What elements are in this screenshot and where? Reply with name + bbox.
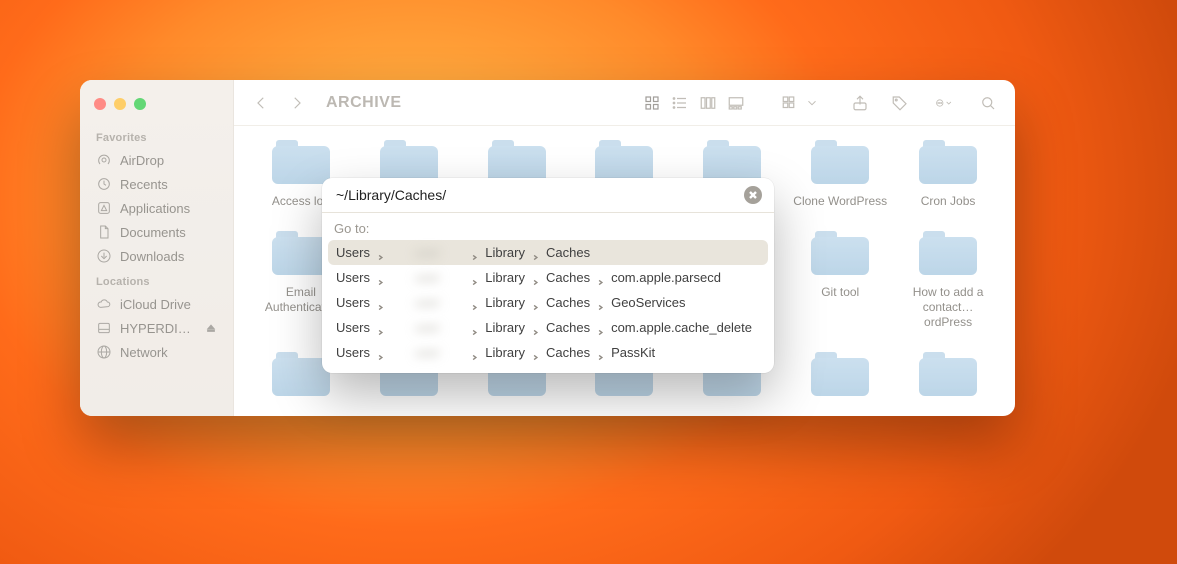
fullscreen-window-button[interactable] (134, 98, 146, 110)
sidebar-item-network[interactable]: Network (80, 340, 233, 364)
view-columns-button[interactable] (695, 91, 721, 115)
path-segment: Users (336, 245, 370, 260)
path-segment: Users (336, 320, 370, 335)
path-segment-redacted: user (391, 295, 464, 310)
sidebar-item-airdrop[interactable]: AirDrop (80, 148, 233, 172)
disk-icon (96, 320, 112, 336)
path-segment: Caches (546, 245, 590, 260)
group-by-chevron[interactable] (805, 91, 819, 115)
clock-icon (96, 176, 112, 192)
cloud-icon (96, 296, 112, 312)
path-segment: Library (485, 295, 525, 310)
close-window-button[interactable] (94, 98, 106, 110)
folder-icon (915, 350, 981, 400)
folder-label: Cron Jobs (921, 194, 976, 209)
toolbar: ARCHIVE (234, 80, 1015, 126)
folder-label: Clone WordPress (793, 194, 887, 209)
path-segment: Library (485, 345, 525, 360)
back-button[interactable] (248, 91, 274, 115)
folder-label: Git tool (821, 285, 859, 300)
group-by-button[interactable] (777, 91, 803, 115)
sidebar-section-locations: Locations (80, 268, 233, 292)
view-mode-segment (637, 89, 751, 117)
path-segment: Library (485, 245, 525, 260)
sidebar-item-label: AirDrop (120, 153, 164, 168)
folder-icon (915, 229, 981, 279)
sidebar-item-label: Network (120, 345, 168, 360)
path-segment: Library (485, 320, 525, 335)
tags-button[interactable] (887, 91, 913, 115)
sidebar-item-label: Applications (120, 201, 190, 216)
minimize-window-button[interactable] (114, 98, 126, 110)
path-segment: Users (336, 295, 370, 310)
airdrop-icon (96, 152, 112, 168)
search-button[interactable] (975, 91, 1001, 115)
folder-item[interactable] (899, 350, 997, 406)
folder-item[interactable] (791, 350, 889, 406)
go-to-path-input[interactable] (334, 186, 744, 204)
sidebar-item-label: Downloads (120, 249, 184, 264)
path-segment-redacted: user (391, 320, 464, 335)
folder-item[interactable]: Git tool (791, 229, 889, 330)
sidebar-item-label: Recents (120, 177, 168, 192)
folder-icon (915, 138, 981, 188)
doc-icon (96, 224, 112, 240)
go-to-suggestion[interactable]: Users user Library Caches GeoServices (328, 290, 768, 315)
folder-icon (807, 138, 873, 188)
path-segment: com.apple.cache_delete (611, 320, 752, 335)
window-controls (80, 88, 233, 124)
view-icons-button[interactable] (639, 91, 665, 115)
action-menu-button[interactable] (927, 91, 961, 115)
sidebar-item-label: Documents (120, 225, 186, 240)
folder-item[interactable]: Clone WordPress (791, 138, 889, 209)
sidebar-section-favorites: Favorites (80, 124, 233, 148)
go-to-suggestion[interactable]: Users user Library Caches com.apple.cache_de… (328, 315, 768, 340)
go-to-label: Go to: (322, 213, 774, 240)
folder-icon (807, 229, 873, 279)
sidebar-item-label: iCloud Drive (120, 297, 191, 312)
window-title: ARCHIVE (326, 94, 402, 112)
path-segment: Caches (546, 320, 590, 335)
folder-item[interactable]: Cron Jobs (899, 138, 997, 209)
sidebar-item-icloud-drive[interactable]: iCloud Drive (80, 292, 233, 316)
path-segment: GeoServices (611, 295, 685, 310)
sidebar-item-label: HYPERDIS… (120, 321, 197, 336)
apps-icon (96, 200, 112, 216)
network-icon (96, 344, 112, 360)
path-segment: PassKit (611, 345, 655, 360)
sidebar-item-hyperdis-[interactable]: HYPERDIS… (80, 316, 233, 340)
path-segment: Caches (546, 270, 590, 285)
forward-button[interactable] (284, 91, 310, 115)
path-segment-redacted: user (391, 245, 464, 260)
path-segment: Users (336, 345, 370, 360)
path-segment-redacted: user (391, 270, 464, 285)
path-segment: Caches (546, 345, 590, 360)
share-button[interactable] (847, 91, 873, 115)
go-to-suggestion[interactable]: Users user Library Caches PassKit (328, 340, 768, 365)
path-segment: Library (485, 270, 525, 285)
clear-input-button[interactable] (744, 186, 762, 204)
sidebar: Favorites AirDrop Recents Applications Docu… (80, 80, 234, 416)
view-list-button[interactable] (667, 91, 693, 115)
go-to-suggestion[interactable]: Users user Library Caches (328, 240, 768, 265)
folder-item[interactable]: How to add a contact…ordPress (899, 229, 997, 330)
go-to-suggestion[interactable]: Users user Library Caches com.apple.parsecd (328, 265, 768, 290)
path-segment: com.apple.parsecd (611, 270, 721, 285)
sidebar-item-recents[interactable]: Recents (80, 172, 233, 196)
folder-icon (807, 350, 873, 400)
sidebar-item-documents[interactable]: Documents (80, 220, 233, 244)
view-gallery-button[interactable] (723, 91, 749, 115)
sidebar-item-applications[interactable]: Applications (80, 196, 233, 220)
download-icon (96, 248, 112, 264)
go-to-folder-dialog: Go to: Users user Library Caches Users user Li… (322, 178, 774, 373)
path-segment: Caches (546, 295, 590, 310)
sidebar-item-downloads[interactable]: Downloads (80, 244, 233, 268)
go-to-suggestions: Users user Library Caches Users user Library Ca… (322, 240, 774, 373)
path-segment: Users (336, 270, 370, 285)
folder-label: How to add a contact…ordPress (899, 285, 997, 330)
path-segment-redacted: user (391, 345, 464, 360)
eject-icon[interactable] (205, 322, 217, 334)
